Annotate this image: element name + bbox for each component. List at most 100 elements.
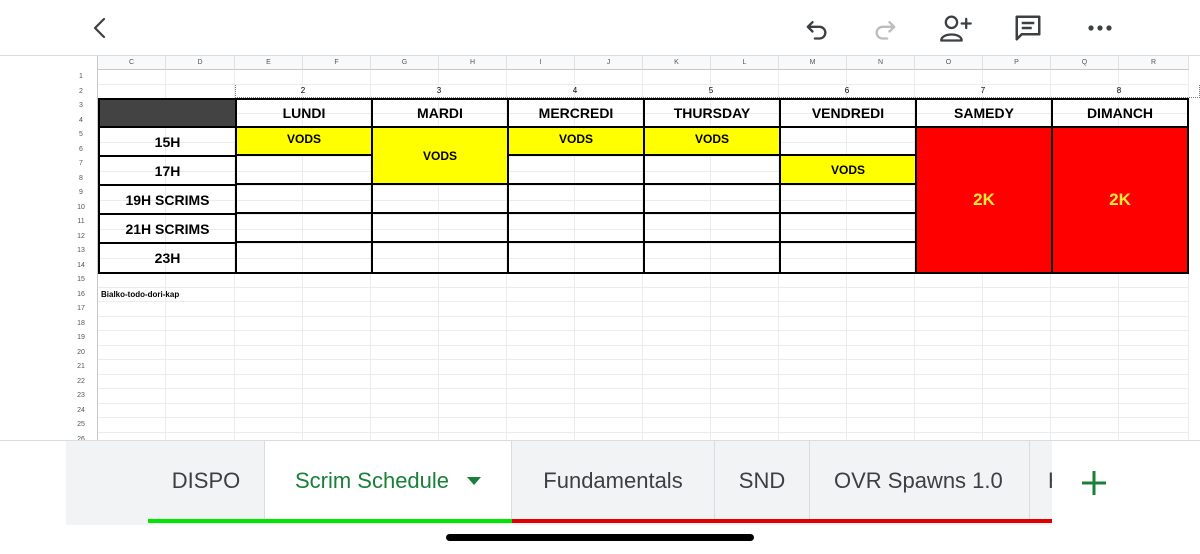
grid-cell[interactable] [371, 360, 439, 375]
column-header[interactable]: P [983, 56, 1051, 70]
schedule-cell[interactable] [371, 183, 509, 214]
grid-cell[interactable] [235, 403, 303, 418]
grid-cell[interactable] [303, 389, 371, 404]
grid-cell[interactable] [235, 418, 303, 433]
column-header[interactable]: J [575, 56, 643, 70]
grid-cell[interactable] [983, 70, 1051, 85]
grid-cell[interactable] [371, 287, 439, 302]
grid-cell[interactable] [915, 70, 983, 85]
grid-cell[interactable] [1051, 360, 1119, 375]
grid-cell[interactable] [166, 374, 235, 389]
grid-cell[interactable] [779, 70, 847, 85]
grid-cell[interactable] [507, 331, 575, 346]
grid-cell[interactable] [235, 374, 303, 389]
row-header[interactable]: 12 [0, 230, 98, 245]
grid-cell[interactable] [847, 418, 915, 433]
schedule-cell[interactable] [235, 183, 373, 214]
grid-cell[interactable] [779, 374, 847, 389]
grid-cell[interactable] [98, 360, 166, 375]
grid-cell[interactable] [847, 374, 915, 389]
grid-cell[interactable] [915, 374, 983, 389]
row-header[interactable]: 24 [0, 404, 98, 419]
grid-cell[interactable] [439, 432, 507, 440]
schedule-cell[interactable] [371, 212, 509, 243]
grid-cell[interactable] [1119, 273, 1189, 288]
grid-cell[interactable] [779, 360, 847, 375]
row-header[interactable]: 1 [0, 70, 98, 85]
grid-cell[interactable] [915, 389, 983, 404]
row-header[interactable]: 3 [0, 99, 98, 114]
grid-cell[interactable] [371, 418, 439, 433]
grid-cell[interactable] [166, 316, 235, 331]
grid-cell[interactable] [235, 302, 303, 317]
grid-cell[interactable] [303, 273, 371, 288]
column-header[interactable]: L [711, 56, 779, 70]
grid-cell[interactable] [983, 345, 1051, 360]
grid-cell[interactable] [371, 374, 439, 389]
time-19h-scrims[interactable]: 19H SCRIMS [98, 184, 237, 215]
row-header[interactable]: 9 [0, 186, 98, 201]
row-header[interactable]: 10 [0, 201, 98, 216]
grid-cell[interactable] [983, 273, 1051, 288]
grid-cell[interactable] [507, 302, 575, 317]
grid-cell[interactable] [643, 302, 711, 317]
grid-cell[interactable] [507, 273, 575, 288]
grid-cell[interactable] [575, 70, 643, 85]
grid-cell[interactable] [1051, 273, 1119, 288]
grid-cell[interactable] [847, 287, 915, 302]
spreadsheet-grid[interactable]: CDEFGHIJKLMNOPQR 1 2 3 4 5 6 7 8 9 10 11 12 13 14 15 16… [0, 56, 1200, 440]
grid-cell[interactable] [303, 374, 371, 389]
grid-cell[interactable] [98, 403, 166, 418]
grid-cell[interactable] [166, 403, 235, 418]
vendredi-vods-cell[interactable]: VODS [779, 154, 917, 185]
grid-cell[interactable] [439, 360, 507, 375]
grid-cell[interactable] [507, 360, 575, 375]
tab-h[interactable]: H [1030, 441, 1052, 521]
grid-cell[interactable] [575, 389, 643, 404]
row-header[interactable]: 6 [0, 143, 98, 158]
day-header-vendredi[interactable]: VENDREDI [779, 98, 917, 128]
tab-scrim-schedule[interactable]: Scrim Schedule [265, 441, 512, 521]
schedule-cell[interactable] [235, 154, 373, 185]
column-header[interactable]: R [1119, 56, 1189, 70]
grid-cell[interactable] [711, 389, 779, 404]
grid-cell[interactable] [1119, 432, 1189, 440]
column-header[interactable]: G [371, 56, 439, 70]
grid-cell[interactable] [235, 360, 303, 375]
day-header-lundi[interactable]: LUNDI [235, 98, 373, 128]
column-header[interactable]: D [166, 56, 235, 70]
grid-cell[interactable] [575, 331, 643, 346]
grid-cell[interactable] [235, 345, 303, 360]
column-header[interactable]: F [303, 56, 371, 70]
grid-cell[interactable] [575, 302, 643, 317]
grid-cell[interactable] [1119, 287, 1189, 302]
back-button[interactable] [80, 8, 120, 48]
grid-cell[interactable] [643, 389, 711, 404]
row-header[interactable]: 19 [0, 331, 98, 346]
schedule-cell[interactable] [507, 154, 645, 185]
grid-cell[interactable] [507, 374, 575, 389]
row-header[interactable]: 16 [0, 288, 98, 303]
grid-cell[interactable] [711, 374, 779, 389]
grid-cell[interactable] [983, 403, 1051, 418]
mercredi-vods-cell[interactable]: VODS [507, 126, 645, 156]
grid-cell[interactable] [847, 316, 915, 331]
column-header[interactable]: Q [1051, 56, 1119, 70]
time-17h[interactable]: 17H [98, 155, 237, 186]
thursday-vods-cell[interactable]: VODS [643, 126, 781, 156]
column-header[interactable]: M [779, 56, 847, 70]
grid-cell[interactable] [166, 331, 235, 346]
grid-cell[interactable] [235, 287, 303, 302]
grid-cell[interactable] [303, 345, 371, 360]
schedule-cell[interactable] [779, 126, 917, 156]
grid-cell[interactable] [439, 389, 507, 404]
tab-fundamentals[interactable]: Fundamentals [512, 441, 715, 521]
grid-cell[interactable] [303, 403, 371, 418]
grid-cell[interactable] [166, 84, 235, 99]
grid-cell[interactable] [166, 360, 235, 375]
comment-button[interactable] [1008, 8, 1048, 48]
grid-cell[interactable] [371, 331, 439, 346]
add-sheet-button[interactable] [1074, 463, 1114, 503]
grid-cell[interactable] [915, 287, 983, 302]
schedule-cell[interactable] [643, 241, 781, 274]
